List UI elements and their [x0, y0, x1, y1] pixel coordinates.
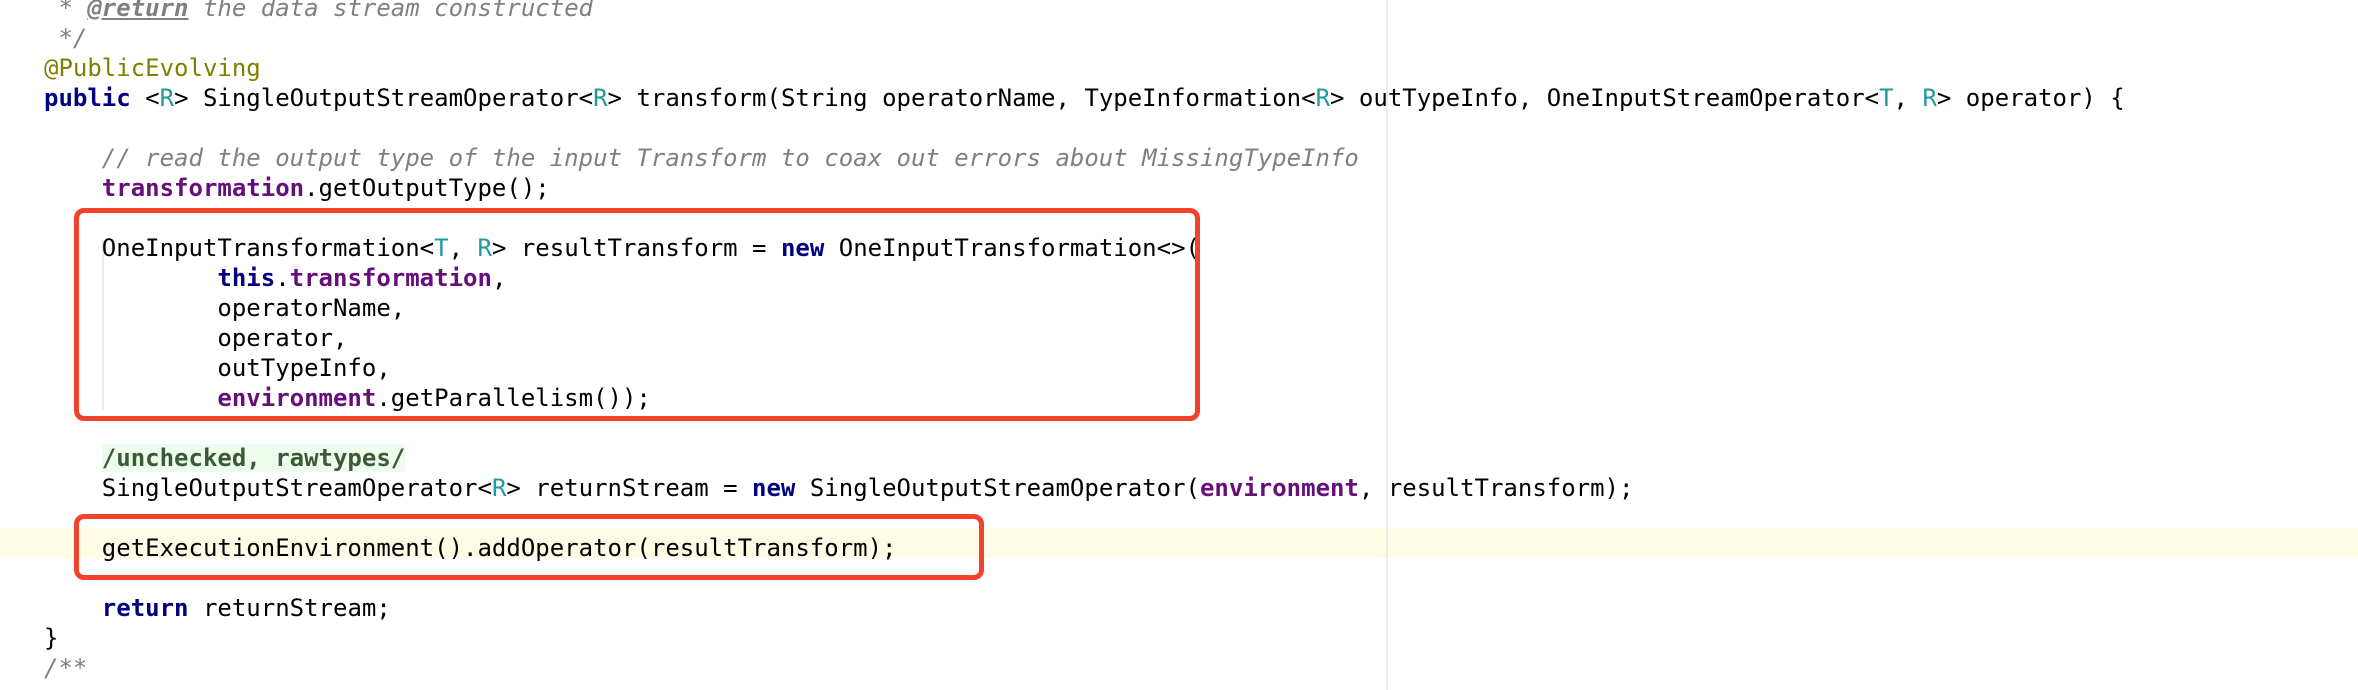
code-token-plain: getExecutionEnvironment().addOperator(re… — [44, 534, 897, 562]
code-token-type-param: R — [593, 84, 608, 112]
code-token-plain: > returnStream = — [506, 474, 753, 502]
code-token-plain: SingleOutputStreamOperator< — [44, 474, 492, 502]
code-token-plain: > transform(String operatorName, TypeInf… — [607, 84, 1316, 112]
code-token-type-param: R — [491, 474, 507, 502]
method-signature-line[interactable]: public <R> SingleOutputStreamOperator<R>… — [44, 83, 2125, 113]
arg-operator-name-line[interactable]: operatorName, — [44, 293, 405, 323]
code-token-comment-italic: /** — [44, 654, 88, 682]
return-stream-decl-line[interactable]: SingleOutputStreamOperator<R> returnStre… — [44, 473, 1634, 503]
code-token-plain: SingleOutputStreamOperator( — [795, 474, 1200, 502]
code-token-plain: > outTypeInfo, OneInputStreamOperator< — [1330, 84, 1880, 112]
code-token-plain: .getParallelism()); — [376, 384, 651, 412]
next-javadoc-start-line[interactable]: /** — [44, 653, 87, 683]
code-token-keyword: new — [780, 234, 825, 262]
code-token-type-param: T — [434, 234, 449, 262]
code-token-javadoc-tag: @return — [87, 0, 189, 22]
code-token-comment-italic: the data stream constructed — [188, 0, 594, 22]
code-token-plain: , — [491, 264, 507, 292]
code-editor[interactable]: * @return the data stream constructed */… — [0, 0, 2358, 690]
code-token-comment-italic: * — [44, 0, 88, 22]
code-token-plain: , — [448, 234, 478, 262]
code-token-field: transformation — [289, 264, 492, 292]
code-token-field: transformation — [101, 174, 305, 202]
code-token-type-param: R — [1922, 84, 1937, 112]
code-token-type-param: R — [159, 84, 175, 112]
code-token-plain: > operator) { — [1936, 84, 2125, 112]
comment-line[interactable]: // read the output type of the input Tra… — [44, 143, 1359, 173]
code-token-plain: .getOutputType(); — [304, 174, 550, 202]
result-transform-decl-line[interactable]: OneInputTransformation<T, R> resultTrans… — [44, 233, 1200, 263]
code-token-plain: , — [1893, 84, 1923, 112]
code-token-plain: operator, — [44, 324, 348, 352]
code-token-plain: returnStream; — [188, 594, 391, 622]
code-token-comment-italic: */ — [44, 24, 88, 52]
annotation-line[interactable]: @PublicEvolving — [44, 53, 261, 83]
arg-transformation-line[interactable]: this.transformation, — [44, 263, 506, 293]
code-token-plain: > resultTransform = — [491, 234, 781, 262]
javadoc-return-line[interactable]: * @return the data stream constructed — [44, 0, 593, 23]
code-token-keyword: return — [101, 594, 189, 622]
code-token-comment-italic: // read the output type of the input Tra… — [44, 144, 1359, 172]
code-token-plain: > SingleOutputStreamOperator< — [174, 84, 594, 112]
code-token-type-param: R — [1315, 84, 1331, 112]
javadoc-end-line[interactable]: */ — [44, 23, 87, 53]
arg-out-type-info-line[interactable]: outTypeInfo, — [44, 353, 391, 383]
code-token-keyword: this — [217, 264, 276, 292]
code-token-plain: . — [275, 264, 290, 292]
code-token-plain: < — [130, 84, 160, 112]
code-token-keyword: new — [752, 474, 796, 502]
code-token-type-param: T — [1879, 84, 1894, 112]
code-token-plain: operatorName, — [44, 294, 406, 322]
return-statement-line[interactable]: return returnStream; — [44, 593, 391, 623]
add-operator-line[interactable]: getExecutionEnvironment().addOperator(re… — [44, 533, 897, 563]
closing-brace-line[interactable]: } — [44, 623, 58, 653]
arg-operator-line[interactable]: operator, — [44, 323, 347, 353]
code-token-type-param: R — [477, 234, 492, 262]
code-token-annotation: @PublicEvolving — [44, 54, 261, 82]
code-token-field: environment — [217, 384, 377, 412]
code-token-suppression: /unchecked, rawtypes/ — [101, 444, 406, 472]
code-token-plain: , resultTransform); — [1358, 474, 1634, 502]
suppress-warnings-fold-line[interactable]: /unchecked, rawtypes/ — [44, 443, 406, 473]
code-token-plain: OneInputTransformation< — [44, 234, 435, 262]
code-token-field: environment — [1199, 474, 1359, 502]
code-token-plain: } — [44, 624, 59, 652]
code-token-plain: outTypeInfo, — [44, 354, 391, 382]
get-output-type-line[interactable]: transformation.getOutputType(); — [44, 173, 550, 203]
code-token-plain: OneInputTransformation<>( — [824, 234, 1200, 262]
code-token-keyword: public — [44, 84, 131, 112]
arg-parallelism-line[interactable]: environment.getParallelism()); — [44, 383, 651, 413]
